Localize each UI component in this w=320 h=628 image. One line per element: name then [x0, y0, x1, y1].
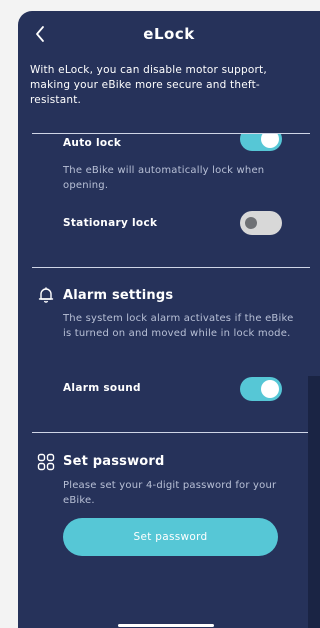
home-indicator: [118, 624, 214, 627]
auto-lock-description: The eBike will automatically lock when o…: [63, 165, 265, 191]
divider: [32, 432, 310, 433]
alarm-settings-title: Alarm settings: [63, 288, 174, 303]
auto-lock-label: Auto lock: [63, 137, 122, 149]
toggle-knob: [245, 217, 257, 229]
divider-top: [32, 133, 310, 134]
set-password-title: Set password: [63, 454, 165, 469]
intro-text: With eLock, you can disable motor suppor…: [30, 64, 267, 106]
divider: [32, 267, 310, 268]
page-title: eLock: [143, 25, 195, 43]
scroll-mask: [18, 119, 320, 133]
stationary-lock-label: Stationary lock: [63, 217, 158, 229]
alarm-settings-description: The system lock alarm activates if the e…: [63, 313, 294, 339]
alarm-sound-toggle[interactable]: [240, 377, 282, 401]
keypad-grid-icon: [37, 453, 55, 471]
set-password-button[interactable]: Set password: [63, 518, 278, 556]
alarm-sound-label: Alarm sound: [63, 382, 141, 394]
stationary-lock-toggle[interactable]: [240, 211, 282, 235]
elock-screen: eLock With eLock, you can disable motor …: [18, 11, 320, 628]
set-password-description: Please set your 4-digit password for you…: [63, 480, 277, 506]
header: eLock: [18, 11, 320, 59]
scrollbar-track: [308, 376, 320, 628]
bell-icon: [37, 286, 55, 304]
toggle-knob: [261, 380, 279, 398]
